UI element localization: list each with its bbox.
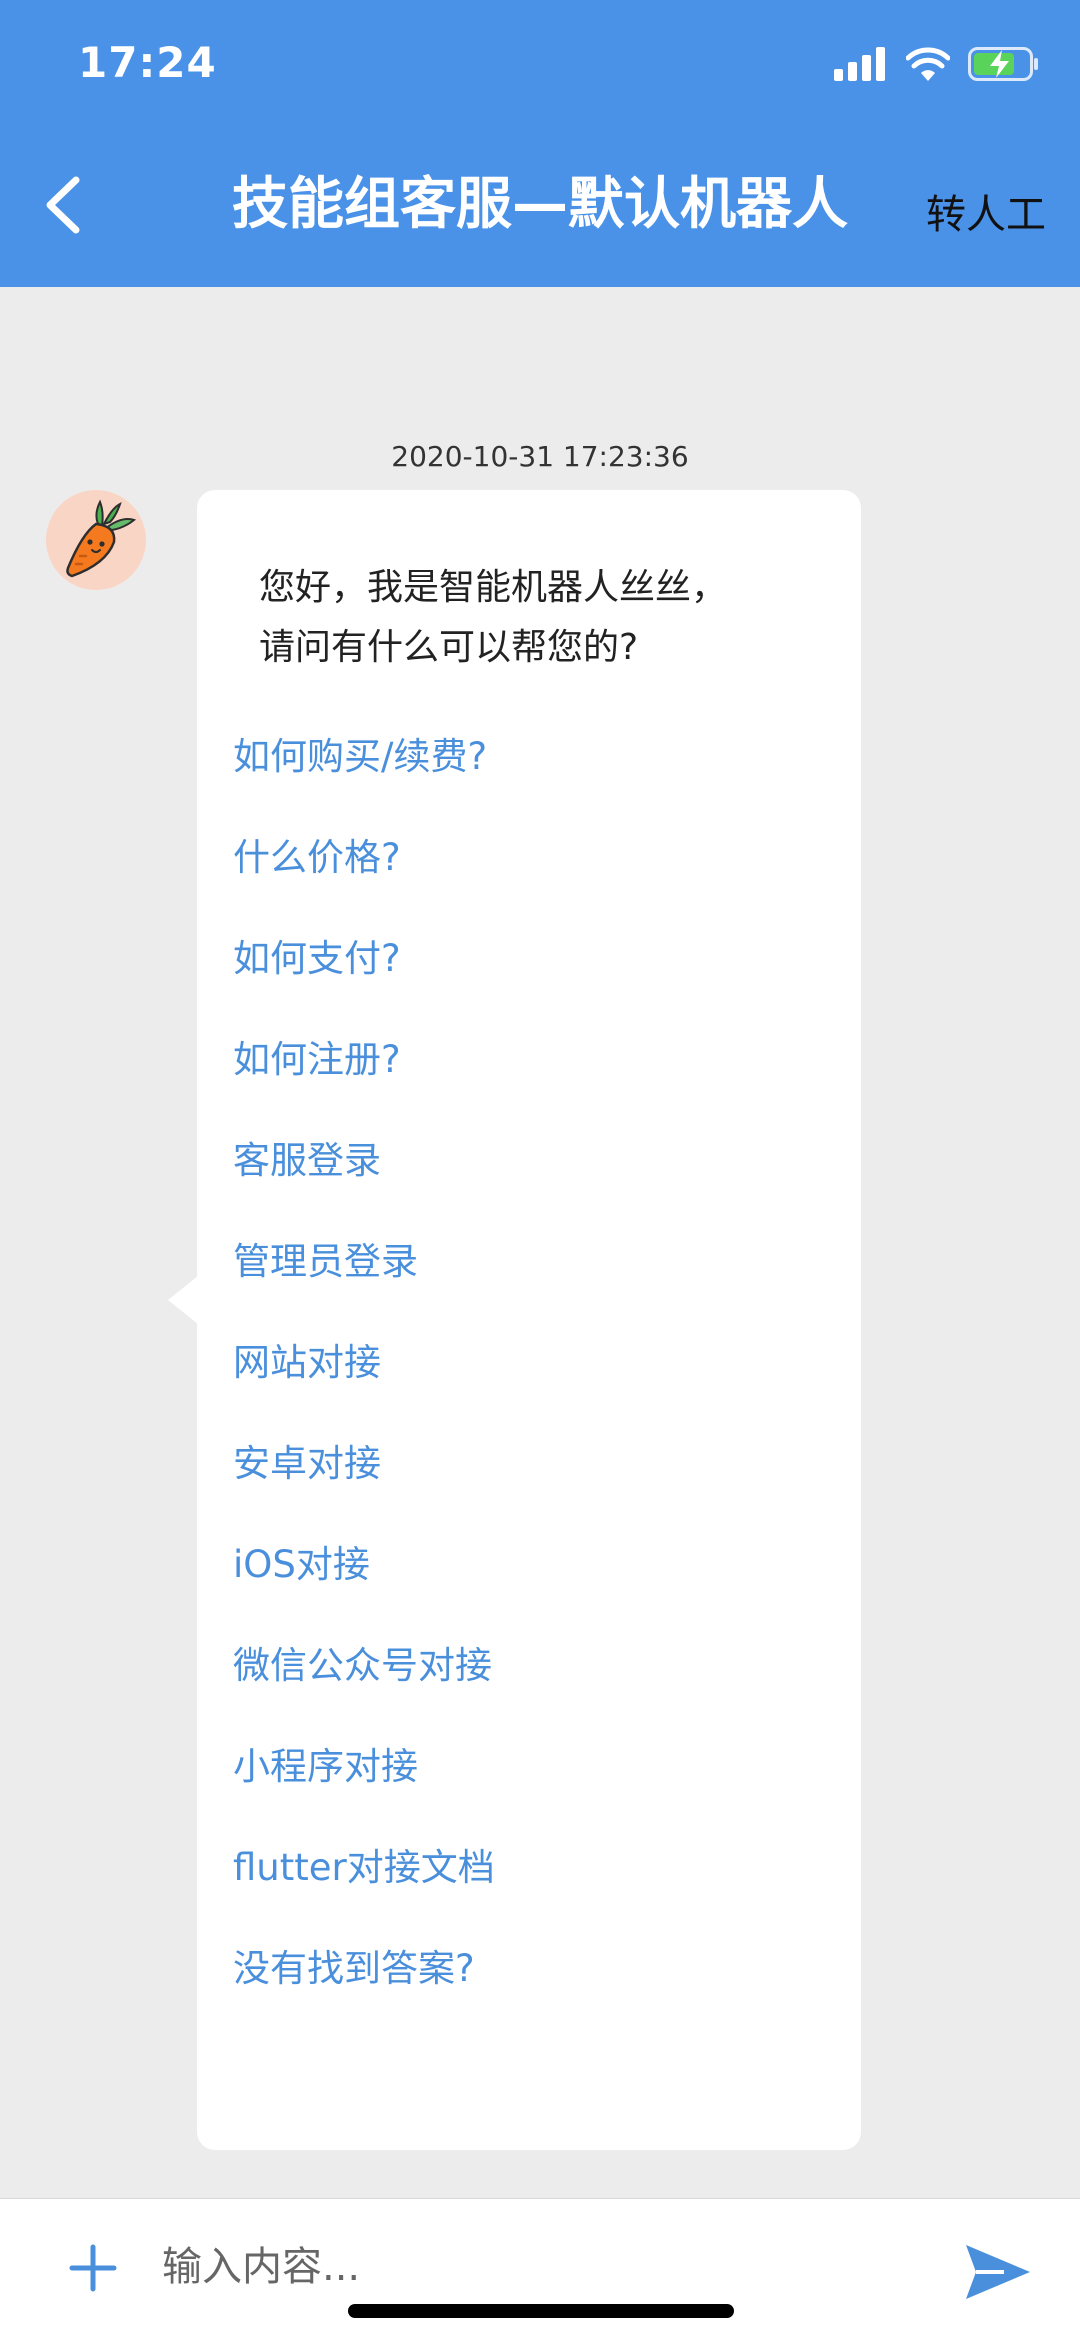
faq-options: 如何购买/续费? 什么价格? 如何支付? 如何注册? 客服登录 管理员登录 网站… xyxy=(233,730,495,2043)
wifi-icon xyxy=(906,47,950,81)
faq-option-flutter-docs[interactable]: flutter对接文档 xyxy=(233,1841,495,1942)
plus-icon[interactable] xyxy=(68,2243,118,2293)
home-indicator xyxy=(348,2304,734,2318)
bubble-tail xyxy=(168,1276,198,1324)
greeting-text: 您好，我是智能机器人丝丝， 请问有什么可以帮您的? xyxy=(259,558,819,678)
battery-charging-icon xyxy=(968,47,1038,81)
send-icon[interactable] xyxy=(964,2243,1032,2301)
status-icons xyxy=(834,44,1040,84)
signal-icon xyxy=(834,47,885,81)
faq-option-wechat-integration[interactable]: 微信公众号对接 xyxy=(233,1639,495,1740)
faq-option-website-integration[interactable]: 网站对接 xyxy=(233,1336,495,1437)
transfer-to-agent-button[interactable]: 转人工 xyxy=(926,182,1046,240)
carrot-icon xyxy=(66,499,137,578)
faq-option-admin-login[interactable]: 管理员登录 xyxy=(233,1235,495,1336)
faq-option-android-integration[interactable]: 安卓对接 xyxy=(233,1437,495,1538)
back-button[interactable] xyxy=(40,170,88,240)
faq-option-agent-login[interactable]: 客服登录 xyxy=(233,1134,495,1235)
greeting-line: 您好，我是智能机器人丝丝， xyxy=(259,567,728,608)
faq-option-payment[interactable]: 如何支付? xyxy=(233,932,495,1033)
message-input[interactable] xyxy=(160,2231,864,2303)
faq-option-no-answer[interactable]: 没有找到答案? xyxy=(233,1942,495,2043)
faq-option-ios-integration[interactable]: iOS对接 xyxy=(233,1538,495,1639)
faq-option-miniprogram-integration[interactable]: 小程序对接 xyxy=(233,1740,495,1841)
app-header: 17:24 技能组客服—默认机器人 转人工 xyxy=(0,0,1080,287)
faq-option-price[interactable]: 什么价格? xyxy=(233,831,495,932)
message-timestamp: 2020-10-31 17:23:36 xyxy=(391,440,689,473)
status-time: 17:24 xyxy=(78,38,217,87)
bot-message-bubble: 您好，我是智能机器人丝丝， 请问有什么可以帮您的? 如何购买/续费? 什么价格?… xyxy=(197,490,861,2150)
faq-option-buy-renew[interactable]: 如何购买/续费? xyxy=(233,730,495,831)
page-title: 技能组客服—默认机器人 xyxy=(232,172,848,237)
bot-avatar xyxy=(46,490,146,590)
faq-option-register[interactable]: 如何注册? xyxy=(233,1033,495,1134)
greeting-line: 请问有什么可以帮您的? xyxy=(259,627,639,668)
